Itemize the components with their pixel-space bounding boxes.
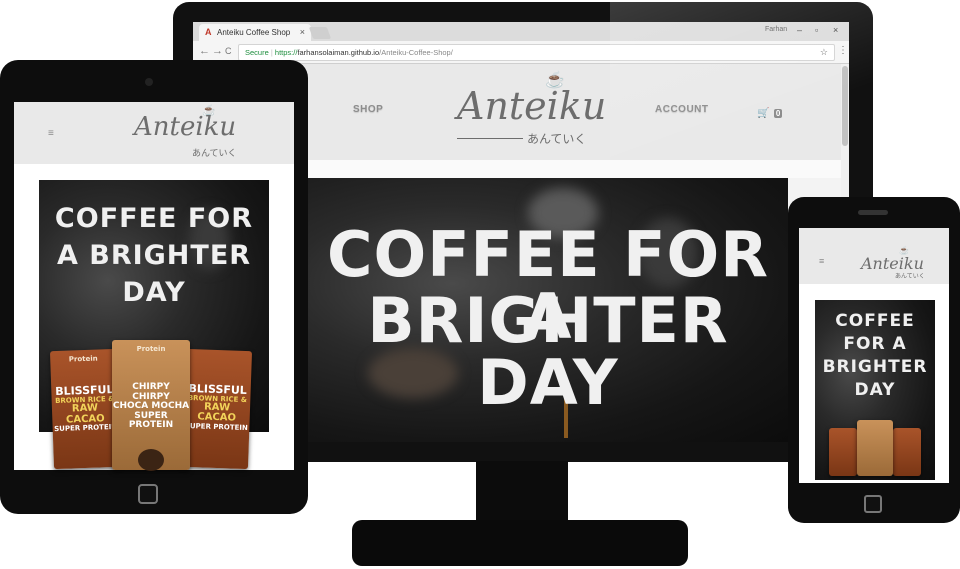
phone-speaker <box>858 210 888 215</box>
bookmark-star-icon[interactable]: ☆ <box>820 45 828 60</box>
tablet-camera <box>145 78 153 86</box>
product-package-left: Protein BLISSFUL BROWN RICE & RAW CACAO … <box>49 348 121 470</box>
browser-menu-icon[interactable]: ⋮ <box>838 45 848 56</box>
minimize-icon[interactable]: – <box>797 25 802 35</box>
package-label: SUPER PROTEIN <box>184 421 248 432</box>
tablet-hero-line-2: A BRIGHTER <box>56 240 252 271</box>
cart-icon: 🛒 <box>757 108 770 119</box>
browser-tab[interactable]: A Anteiku Coffee Shop × <box>199 24 311 41</box>
site-logo[interactable]: ☕ Anteiku あんていく <box>451 70 606 150</box>
logo-underline <box>457 138 523 139</box>
phone-product-left <box>829 428 857 476</box>
window-close-icon[interactable]: × <box>833 25 838 35</box>
product-package-right: BLISSFUL BROWN RICE & RAW CACAO SUPER PR… <box>181 348 253 470</box>
phone-product-right <box>893 428 921 476</box>
favicon-icon: A <box>205 27 212 37</box>
phone-home-button[interactable] <box>864 495 882 513</box>
back-icon[interactable]: ← <box>199 45 210 57</box>
logo-text: Anteiku <box>457 84 607 128</box>
phone-hero-line-3: BRIGHTER <box>822 357 928 377</box>
phone-site-header: ≡ ☕ Anteiku あんていく <box>799 228 949 284</box>
new-tab-button[interactable] <box>308 27 332 39</box>
hamburger-icon[interactable]: ≡ <box>819 256 824 266</box>
tablet-hero-line-1: COFFEE FOR <box>54 203 254 234</box>
monitor-neck <box>476 461 568 527</box>
monitor-stand <box>352 520 688 566</box>
nav-account-link[interactable]: ACCOUNT <box>655 104 709 115</box>
maximize-icon[interactable]: ▫ <box>815 25 818 35</box>
tablet-logo-subtext: あんていく <box>192 148 237 158</box>
phone-hero-line-2: FOR A <box>843 334 907 354</box>
tablet-hero-line-3: DAY <box>122 277 186 308</box>
profile-name[interactable]: Farhan <box>765 26 787 33</box>
url-scheme: https:// <box>274 48 298 57</box>
phone-logo-subtext: あんていく <box>895 274 925 280</box>
url-path: /Anteiku-Coffee-Shop/ <box>379 48 453 57</box>
scrollbar-thumb[interactable] <box>842 66 848 146</box>
tablet-logo-text[interactable]: Anteiku <box>134 112 236 142</box>
hero-banner: COFFEE FOR A BRIGHTER DAY <box>308 178 788 442</box>
browser-tab-bar: A Anteiku Coffee Shop × Farhan – ▫ × <box>193 22 849 41</box>
tablet-home-button[interactable] <box>138 484 158 504</box>
tab-close-icon[interactable]: × <box>300 24 305 41</box>
cart-count-badge: 0 <box>773 109 783 118</box>
tablet-site-header: ≡ ☕ Anteiku あんていく <box>14 102 294 164</box>
package-title: CHIRPY CHIRPY <box>132 382 170 402</box>
package-label: SUPER PROTEIN <box>128 410 174 431</box>
secure-label: Secure <box>245 48 269 57</box>
cart-button[interactable]: 🛒 0 <box>757 103 783 121</box>
package-brand: Protein <box>68 354 98 364</box>
nav-shop-link[interactable]: SHOP <box>353 104 383 115</box>
phone-hero-line-1: COFFEE <box>835 311 915 331</box>
forward-icon[interactable]: → <box>212 45 223 57</box>
coffee-bean-graphic <box>138 448 164 471</box>
url-host: farhansolaiman.github.io <box>297 48 380 57</box>
tab-title: Anteiku Coffee Shop <box>217 28 291 37</box>
package-label: SUPER PROTEIN <box>54 423 118 434</box>
phone-screen: ≡ ☕ Anteiku あんていく COFFEE FOR A BRIGHTER … <box>799 228 949 483</box>
address-bar[interactable]: Secure | https://farhansolaiman.github.i… <box>238 44 835 61</box>
product-package-center: Protein CHIRPY CHIRPY CHOCA MOCHA SUPER … <box>112 340 190 471</box>
phone-product-center <box>857 420 893 476</box>
logo-subtext: あんていく <box>527 132 587 146</box>
hamburger-icon[interactable]: ≡ <box>48 128 54 139</box>
phone-hero-line-4: DAY <box>854 380 896 400</box>
phone-hero-banner: COFFEE FOR A BRIGHTER DAY <box>815 300 935 480</box>
reload-icon[interactable]: C <box>225 46 232 56</box>
package-brand: Protein <box>136 345 166 353</box>
hero-headline-line-2: BRIGHTER DAY <box>367 284 729 419</box>
